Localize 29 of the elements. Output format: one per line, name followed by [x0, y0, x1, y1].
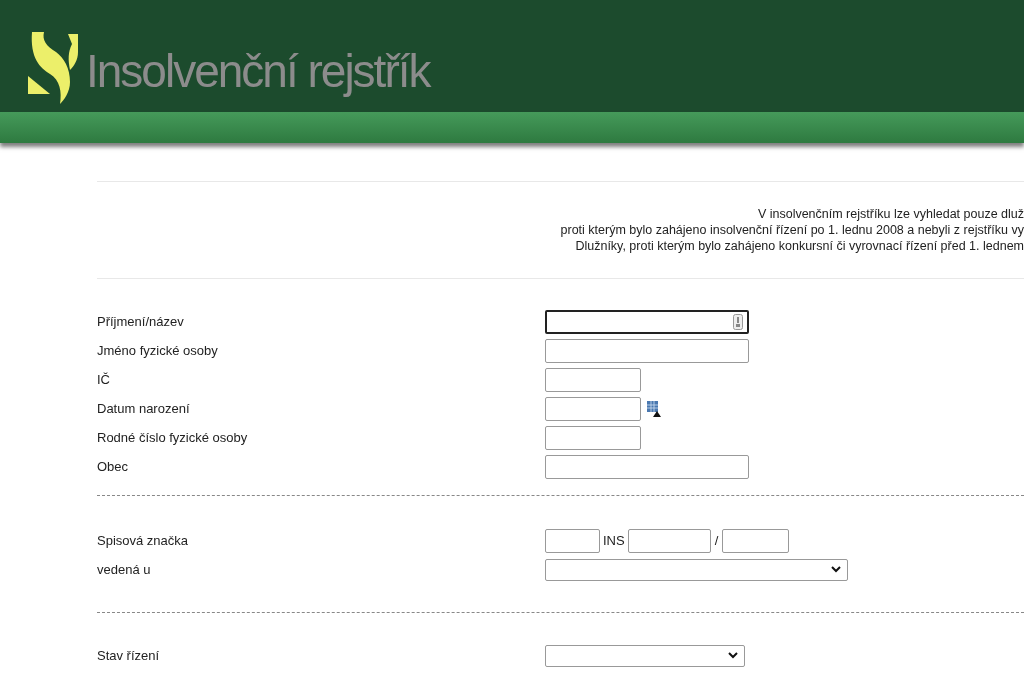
input-field[interactable] — [545, 338, 749, 363]
field-label: Příjmení/název — [97, 312, 185, 331]
notice-text: proti kterým bylo zahájeno insolvenční řízení po 1. lednu 2008 a nebyli z rejstříku vy — [560, 222, 1024, 238]
logo-icon — [28, 32, 80, 104]
field-label: Spisová značka — [97, 531, 190, 550]
input-field[interactable] — [545, 528, 600, 553]
court-select[interactable] — [545, 558, 848, 581]
input-field[interactable] — [545, 396, 641, 421]
input-field[interactable] — [545, 367, 641, 392]
field-label: IČ — [97, 370, 111, 389]
input-field[interactable] — [722, 528, 790, 553]
slash-separator: / — [714, 531, 719, 550]
field-label: Rodné číslo fyzické osoby — [97, 428, 249, 447]
field-label: Obec — [97, 457, 130, 476]
input-field[interactable] — [627, 528, 711, 553]
input-field[interactable] — [545, 425, 641, 450]
field-label: Jméno fyzické osoby — [97, 341, 219, 360]
chevron-down-icon — [831, 566, 841, 573]
field-label: vedená u — [97, 560, 152, 579]
ins-prefix: INS — [603, 531, 625, 550]
input-field[interactable] — [545, 454, 749, 479]
calendar-icon[interactable] — [647, 400, 661, 417]
chevron-down-icon — [728, 652, 738, 659]
notice-text: Dlužníky, proti kterým bylo zahájeno konkursní či vyrovnací řízení před 1. lednem — [575, 238, 1024, 254]
notice-text: V insolvenčním rejstříku lze vyhledat pouze dluž — [757, 206, 1024, 222]
field-label: Datum narození — [97, 399, 191, 418]
field-label: Stav řízení — [97, 646, 161, 665]
status-select[interactable] — [545, 644, 745, 667]
input-field[interactable] — [545, 309, 749, 334]
